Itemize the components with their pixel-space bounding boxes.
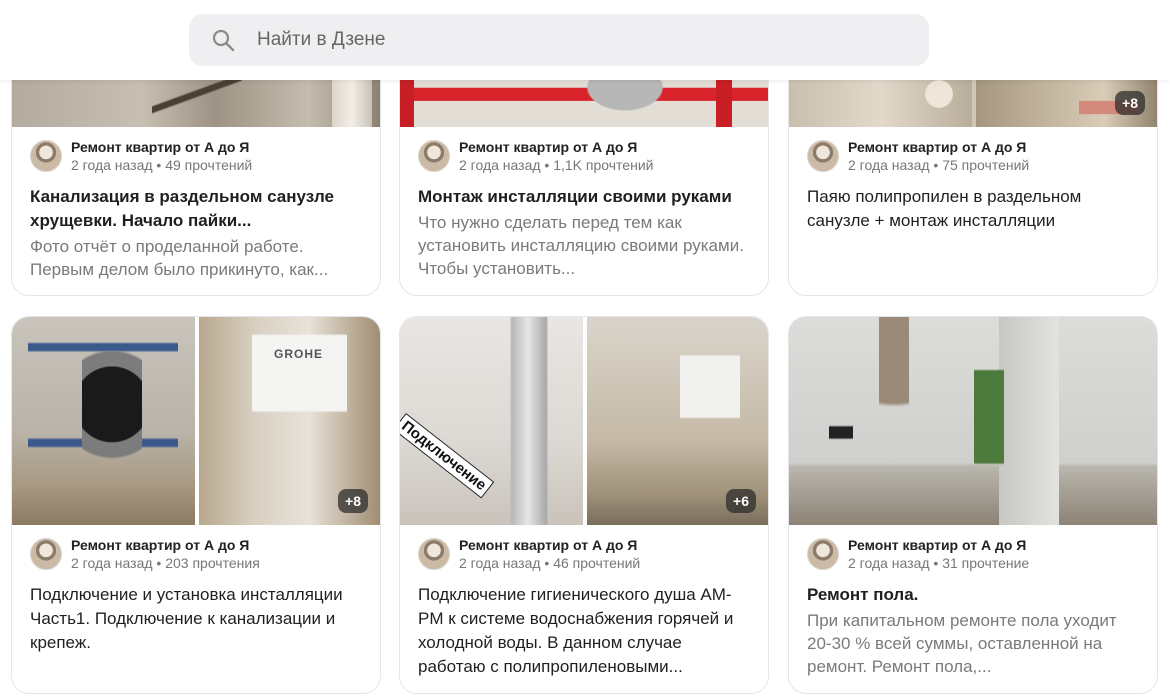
search-icon[interactable] — [211, 28, 235, 52]
article-stats: 2 года назад • 203 прочтения — [71, 555, 260, 571]
article-title[interactable]: Ремонт пола. — [807, 583, 1139, 607]
article-snippet: При капитальном ремонте пола уходит 20-3… — [807, 611, 1117, 676]
article-snippet: Что нужно сделать перед тем как установи… — [418, 213, 744, 278]
article-title[interactable]: Паяю полипропилен в раздельном санузле +… — [807, 185, 1139, 233]
article-title[interactable]: Подключение и установка инсталляции Част… — [30, 583, 362, 655]
channel-name[interactable]: Ремонт квартир от А до Я — [848, 536, 1029, 554]
search-bar[interactable] — [189, 14, 929, 66]
channel-name[interactable]: Ремонт квартир от А до Я — [71, 536, 260, 554]
channel-avatar[interactable] — [30, 140, 62, 172]
more-photos-badge: +6 — [726, 489, 756, 513]
article-card[interactable]: Ремонт квартир от А до Я 2 года назад • … — [399, 60, 769, 296]
feed: Ремонт квартир от А до Я 2 года назад • … — [0, 0, 1170, 700]
more-photos-badge: +8 — [338, 489, 368, 513]
article-card[interactable]: GROHE +8 Ремонт квартир от А до Я 2 года… — [11, 316, 381, 694]
article-stats: 2 года назад • 46 прочтений — [459, 555, 641, 571]
channel-avatar[interactable] — [807, 538, 839, 570]
article-card[interactable]: +8 Ремонт квартир от А до Я 2 года назад… — [788, 60, 1158, 296]
channel-meta: Ремонт квартир от А до Я 2 года назад • … — [12, 127, 380, 185]
article-snippet: Фото отчёт о проделанной работе. Первым … — [30, 237, 329, 279]
channel-name[interactable]: Ремонт квартир от А до Я — [71, 138, 252, 156]
article-card[interactable]: Ремонт квартир от А до Я 2 года назад • … — [788, 316, 1158, 694]
channel-name[interactable]: Ремонт квартир от А до Я — [459, 138, 653, 156]
channel-avatar[interactable] — [807, 140, 839, 172]
more-photos-badge: +8 — [1115, 91, 1145, 115]
article-title[interactable]: Монтаж инсталляции своими руками — [418, 185, 750, 209]
top-bar — [0, 0, 1170, 80]
article-image[interactable]: Подключение +6 — [400, 317, 768, 525]
search-input[interactable] — [257, 14, 897, 66]
article-stats: 2 года назад • 31 прочтение — [848, 555, 1030, 571]
article-card[interactable]: Ремонт квартир от А до Я 2 года назад • … — [11, 60, 381, 296]
image-brand-text: GROHE — [274, 347, 324, 361]
channel-meta: Ремонт квартир от А до Я 2 года назад • … — [400, 525, 768, 583]
channel-avatar[interactable] — [418, 538, 450, 570]
channel-meta: Ремонт квартир от А до Я 2 года назад • … — [789, 127, 1157, 185]
article-image[interactable]: GROHE +8 — [12, 317, 380, 525]
channel-avatar[interactable] — [418, 140, 450, 172]
channel-meta: Ремонт квартир от А до Я 2 года назад • … — [400, 127, 768, 185]
channel-avatar[interactable] — [30, 538, 62, 570]
channel-meta: Ремонт квартир от А до Я 2 года назад • … — [12, 525, 380, 583]
article-image[interactable] — [789, 317, 1157, 525]
channel-name[interactable]: Ремонт квартир от А до Я — [459, 536, 640, 554]
article-stats: 2 года назад • 75 прочтений — [848, 157, 1030, 173]
channel-meta: Ремонт квартир от А до Я 2 года назад • … — [789, 525, 1157, 583]
article-card[interactable]: Подключение +6 Ремонт квартир от А до Я … — [399, 316, 769, 694]
article-stats: 2 года назад • 49 прочтений — [71, 157, 253, 173]
article-stats: 2 года назад • 1,1K прочтений — [459, 157, 654, 173]
article-title[interactable]: Канализация в раздельном санузле хрущевк… — [30, 185, 362, 233]
article-title[interactable]: Подключение гигиенического душа AM-PM к … — [418, 583, 750, 679]
channel-name[interactable]: Ремонт квартир от А до Я — [848, 138, 1029, 156]
